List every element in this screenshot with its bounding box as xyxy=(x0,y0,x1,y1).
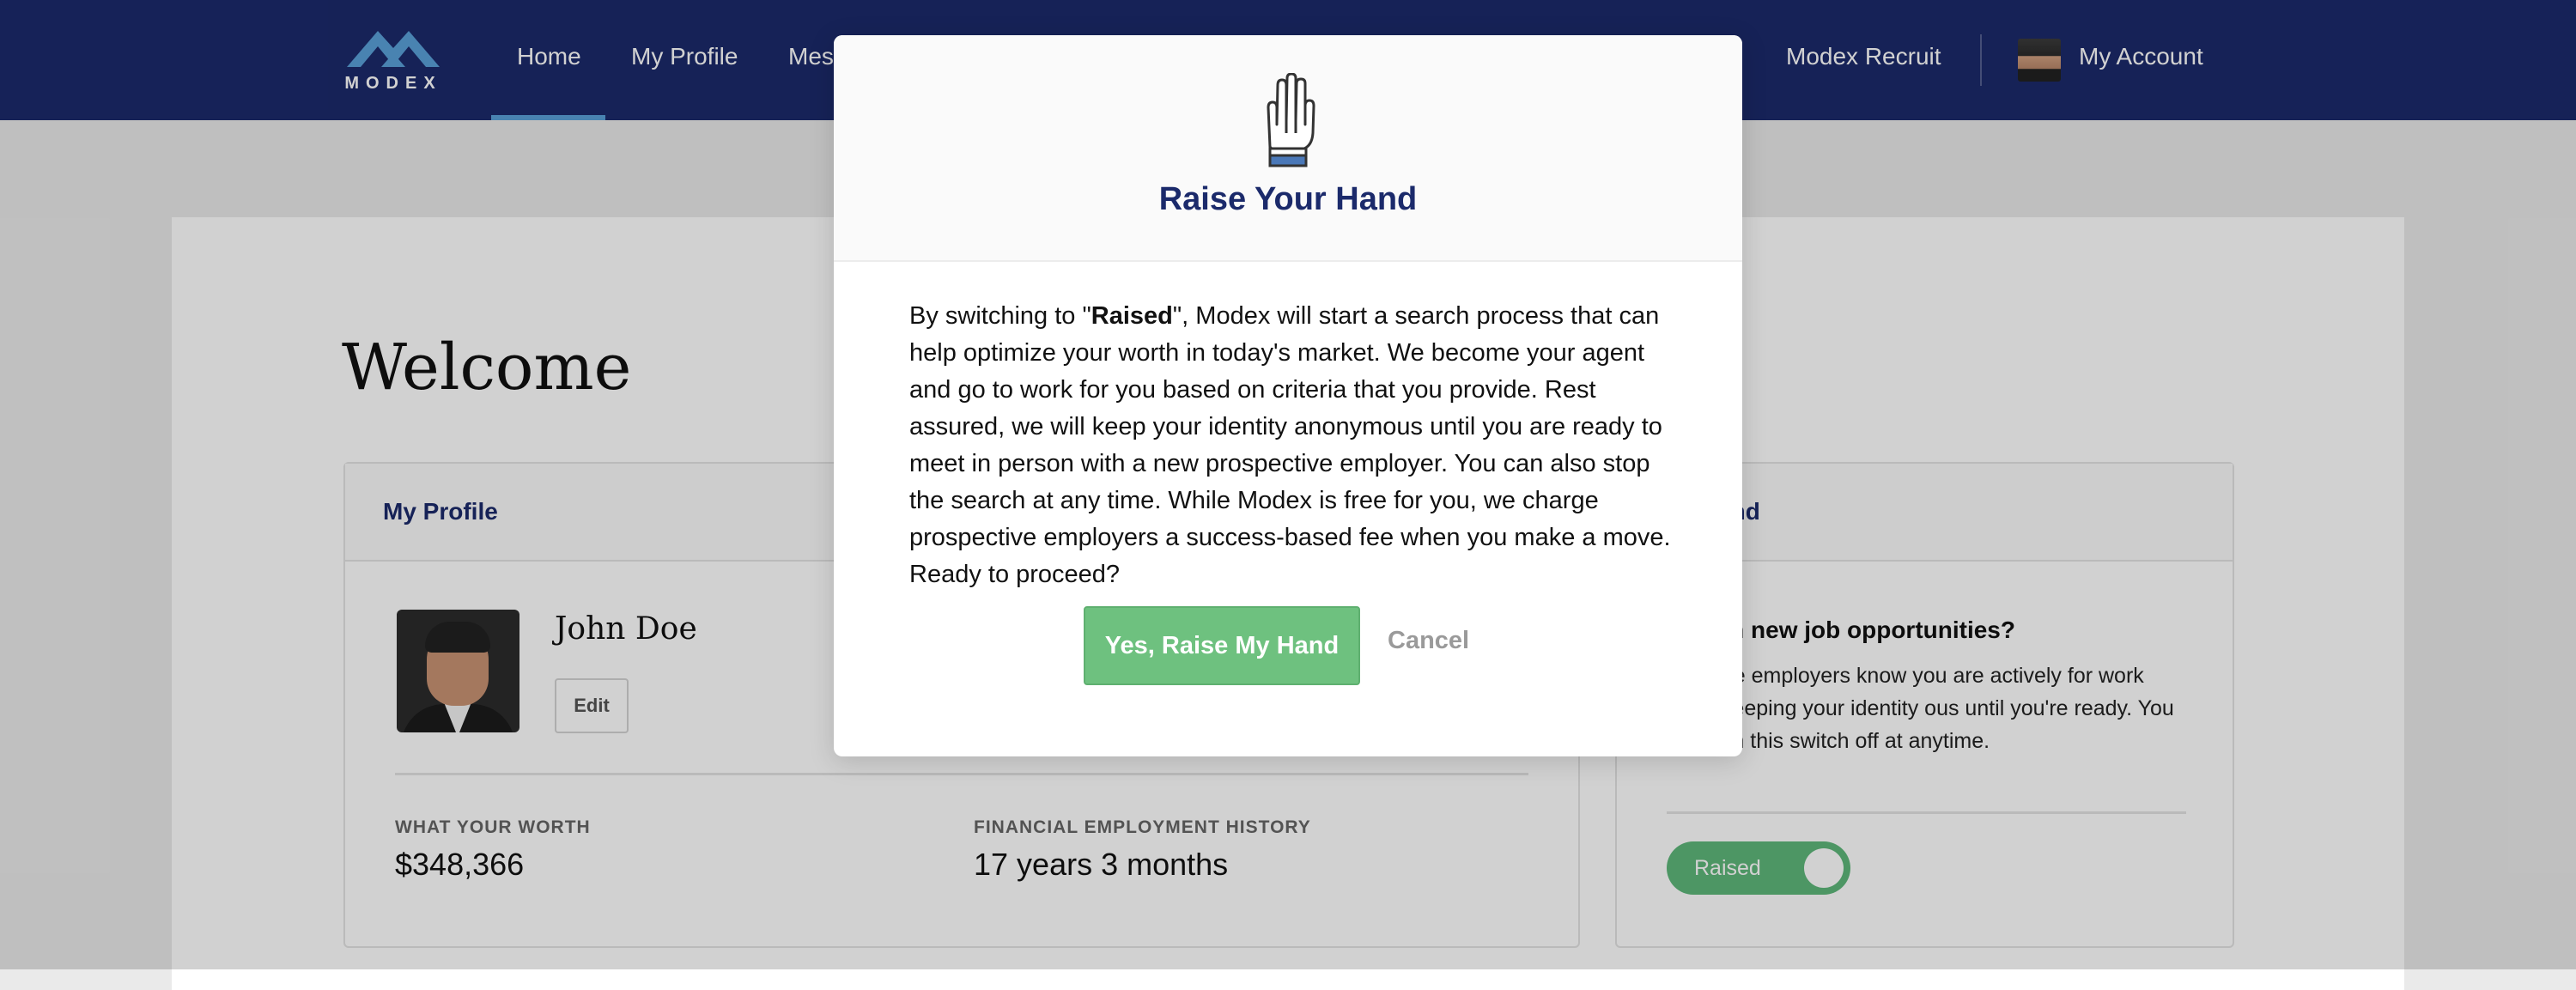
body-text-post: ", Modex will start a search process tha… xyxy=(909,302,1671,588)
modal-body: By switching to "Raised", Modex will sta… xyxy=(909,298,1674,593)
cancel-button[interactable]: Cancel xyxy=(1388,627,1469,655)
modal-title: Raise Your Hand xyxy=(1158,181,1418,217)
hand-icon xyxy=(1267,73,1315,167)
body-text-pre: By switching to " xyxy=(909,302,1091,330)
confirm-raise-hand-button[interactable]: Yes, Raise My Hand xyxy=(1084,606,1360,685)
modal-header: Raise Your Hand xyxy=(834,35,1742,262)
raise-hand-modal: Raise Your Hand By switching to "Raised"… xyxy=(834,35,1742,756)
body-text-bold: Raised xyxy=(1091,302,1173,330)
